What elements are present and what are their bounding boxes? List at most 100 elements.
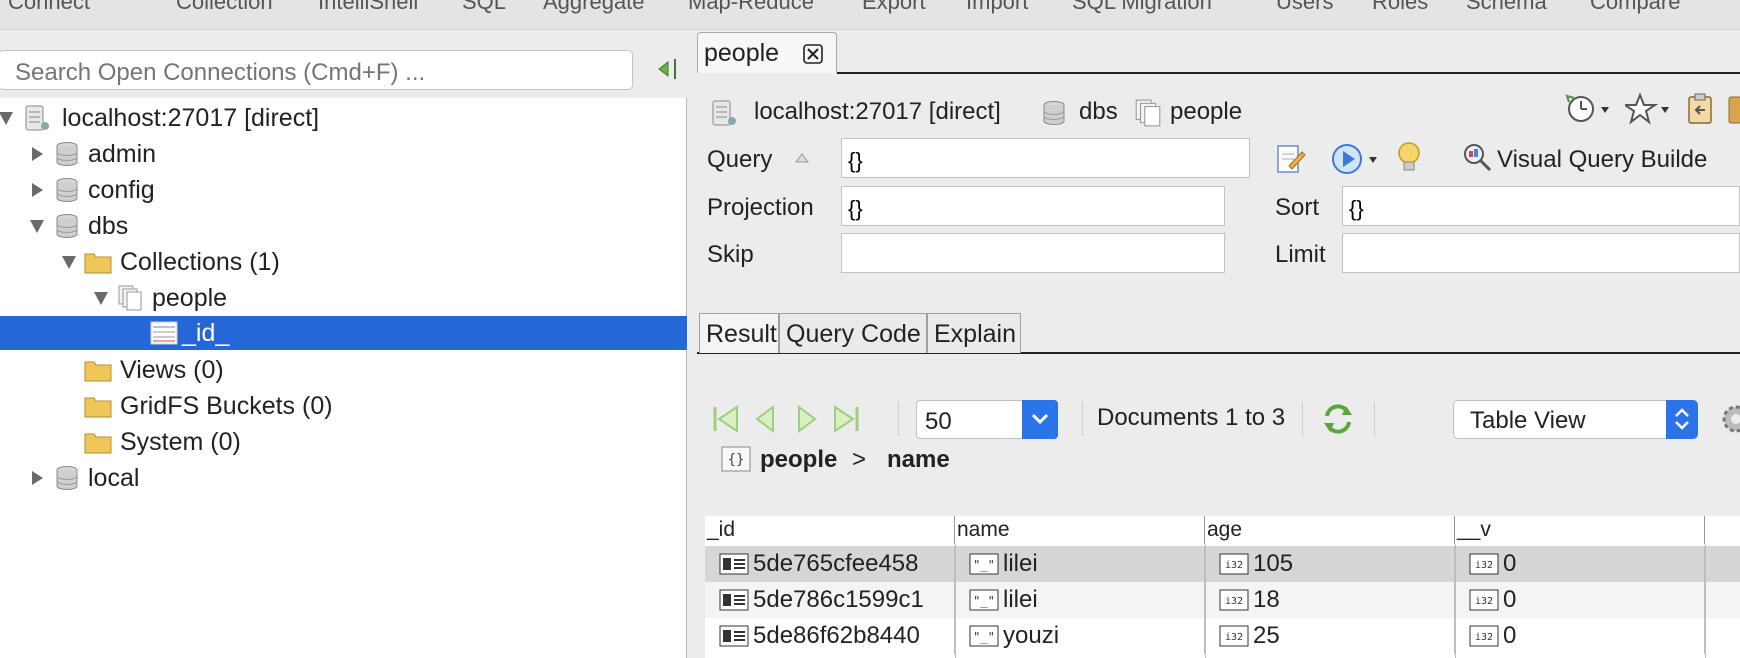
visual-query-builder-button[interactable]: Visual Query Builde — [1497, 146, 1707, 174]
breadcrumb-database[interactable]: dbs — [1079, 98, 1118, 126]
history-icon[interactable] — [1565, 92, 1613, 126]
cell-id[interactable]: 5de765cfee458 — [705, 546, 955, 582]
breadcrumb-server[interactable]: localhost:27017 [direct] — [754, 98, 1001, 126]
cell-v[interactable]: i32 0 — [1455, 618, 1705, 654]
column-header-age[interactable]: age — [1205, 516, 1455, 544]
folder-icon — [84, 361, 112, 382]
limit-input[interactable] — [1342, 233, 1740, 273]
tree-item-config[interactable]: config — [0, 172, 687, 208]
svg-text:i32: i32 — [1225, 560, 1243, 571]
int32-type-icon: i32 — [1469, 625, 1499, 647]
lightbulb-icon[interactable] — [1395, 140, 1423, 176]
previous-page-icon[interactable] — [751, 404, 781, 434]
tree-item-index-id[interactable]: _id_ — [0, 316, 687, 350]
view-mode-dropdown-button[interactable] — [1666, 400, 1698, 439]
tree-item-views[interactable]: Views (0) — [0, 352, 687, 388]
toolbar-export[interactable]: Export — [862, 0, 926, 15]
toolbar-connect[interactable]: Connect — [8, 0, 90, 15]
settings-gear-icon[interactable] — [1719, 402, 1740, 436]
page-size-select[interactable]: 50 — [916, 400, 1058, 439]
cell-v[interactable]: i32 0 — [1455, 546, 1705, 582]
tree-item-server[interactable]: localhost:27017 [direct] — [0, 100, 687, 136]
breadcrumb-collection[interactable]: people — [1170, 98, 1242, 126]
path-field[interactable]: name — [887, 446, 950, 474]
tree-item-people[interactable]: people — [0, 280, 687, 316]
projection-input[interactable] — [841, 186, 1225, 226]
cell-name[interactable]: "_" youzi — [955, 618, 1205, 654]
paste-icon[interactable] — [1727, 92, 1740, 126]
toolbar-schema[interactable]: Schema — [1466, 0, 1547, 15]
skip-input[interactable] — [841, 233, 1225, 273]
tree-item-dbs[interactable]: dbs — [0, 208, 687, 244]
tree-item-gridfs-buckets[interactable]: GridFS Buckets (0) — [0, 388, 687, 424]
path-root[interactable]: people — [760, 446, 837, 474]
toolbar-sql-migration[interactable]: SQL Migration — [1072, 0, 1212, 15]
run-query-icon[interactable] — [1331, 142, 1381, 176]
edit-query-icon[interactable] — [1275, 140, 1307, 176]
int32-type-icon: i32 — [1219, 625, 1249, 647]
view-mode-select[interactable]: Table View — [1453, 400, 1698, 439]
tree-item-collections[interactable]: Collections (1) — [0, 244, 687, 280]
close-icon[interactable] — [802, 43, 824, 65]
tab-result[interactable]: Result — [699, 313, 779, 353]
expanded-triangle-icon[interactable] — [0, 100, 16, 136]
toolbar-roles[interactable]: Roles — [1372, 0, 1428, 15]
page-size-dropdown-button[interactable] — [1022, 400, 1058, 439]
cell-age[interactable]: i32 18 — [1205, 582, 1455, 618]
toolbar-intellishell[interactable]: IntelliShell — [318, 0, 418, 15]
column-header-name[interactable]: name — [955, 516, 1205, 544]
tree-item-local[interactable]: local — [0, 460, 687, 496]
collapse-panel-icon[interactable] — [656, 56, 678, 82]
tab-query-code[interactable]: Query Code — [779, 313, 927, 353]
toolbar-map-reduce[interactable]: Map-Reduce — [688, 0, 814, 15]
visual-query-builder-icon[interactable] — [1461, 140, 1493, 174]
expanded-triangle-icon[interactable] — [61, 244, 79, 280]
collapse-arrow-icon[interactable] — [794, 151, 810, 165]
skip-label: Skip — [707, 241, 754, 268]
expanded-triangle-icon[interactable] — [29, 208, 47, 244]
svg-text:i32: i32 — [1475, 632, 1493, 643]
last-page-icon[interactable] — [831, 404, 861, 434]
cell-id[interactable]: 5de786c1599c1 — [705, 582, 955, 618]
cell-age[interactable]: i32 105 — [1205, 546, 1455, 582]
next-page-icon[interactable] — [791, 404, 821, 434]
expanded-triangle-icon[interactable] — [93, 280, 111, 316]
clipboard-icon[interactable] — [1685, 92, 1715, 126]
favorite-star-icon[interactable] — [1625, 92, 1673, 126]
table-row[interactable]: 5de86f62b8440 "_" youzi i32 25 i32 0 — [705, 618, 1740, 654]
toolbar-compare[interactable]: Compare — [1590, 0, 1680, 15]
int32-type-icon: i32 — [1219, 553, 1249, 575]
svg-text:i32: i32 — [1475, 596, 1493, 607]
cell-v[interactable]: i32 0 — [1455, 582, 1705, 618]
cell-name[interactable]: "_" lilei — [955, 582, 1205, 618]
tree-item-admin[interactable]: admin — [0, 136, 687, 172]
cell-name[interactable]: "_" lilei — [955, 546, 1205, 582]
toolbar-sql[interactable]: SQL — [462, 0, 506, 15]
refresh-icon[interactable] — [1321, 402, 1355, 436]
cell-id[interactable]: 5de86f62b8440 — [705, 618, 955, 654]
string-type-icon: "_" — [969, 625, 999, 647]
collapsed-triangle-icon[interactable] — [29, 136, 47, 172]
toolbar-users[interactable]: Users — [1276, 0, 1333, 15]
toolbar-collection[interactable]: Collection — [176, 0, 273, 15]
string-type-icon: "_" — [969, 589, 999, 611]
table-row[interactable]: 5de786c1599c1 "_" lilei i32 18 i32 0 — [705, 582, 1740, 618]
toolbar-import[interactable]: Import — [966, 0, 1028, 15]
tab-explain[interactable]: Explain — [927, 313, 1021, 353]
tree-item-system[interactable]: System (0) — [0, 424, 687, 460]
sort-input[interactable] — [1342, 186, 1740, 226]
object-braces-icon: {} — [721, 446, 751, 472]
updown-chevron-icon — [1675, 408, 1689, 430]
column-header-v[interactable]: __v — [1455, 516, 1705, 544]
toolbar-aggregate[interactable]: Aggregate — [543, 0, 645, 15]
column-header-id[interactable]: _id — [705, 516, 955, 544]
query-input[interactable] — [841, 138, 1250, 178]
collapsed-triangle-icon[interactable] — [29, 172, 47, 208]
tab-people[interactable]: people — [697, 32, 837, 73]
search-input[interactable] — [0, 50, 633, 90]
cell-age[interactable]: i32 25 — [1205, 618, 1455, 654]
pager-separator — [1374, 402, 1375, 436]
table-row[interactable]: 5de765cfee458 "_" lilei i32 105 i32 0 — [705, 546, 1740, 582]
collapsed-triangle-icon[interactable] — [29, 460, 47, 496]
first-page-icon[interactable] — [711, 404, 741, 434]
